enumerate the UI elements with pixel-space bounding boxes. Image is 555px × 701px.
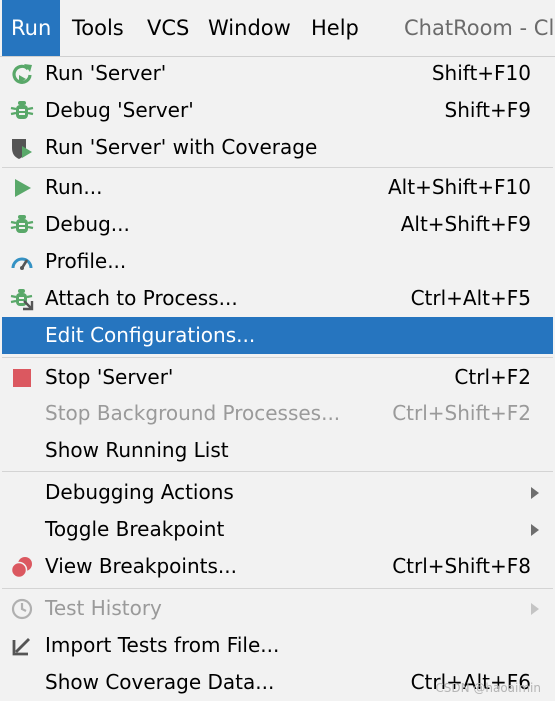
menu-item-shortcut: Alt+Shift+F10 xyxy=(387,175,531,199)
history-clock-icon xyxy=(11,598,33,620)
menu-item-label: Show Coverage Data... xyxy=(45,670,275,694)
submenu-arrow-icon xyxy=(531,603,539,615)
menu-item-label: Run 'Server' with Coverage xyxy=(45,135,318,159)
menu-item-show-running-list[interactable]: Show Running List xyxy=(2,432,553,469)
menu-item-edit-configurations[interactable]: Edit Configurations... xyxy=(2,317,553,354)
menu-item-label: Run 'Server' xyxy=(45,61,167,85)
coverage-icon xyxy=(12,139,32,159)
menu-item-label: Edit Configurations... xyxy=(45,323,256,347)
menu-item-shortcut: Shift+F10 xyxy=(431,61,531,85)
menu-item-shortcut: Ctrl+Alt+F5 xyxy=(410,286,531,310)
menu-item-label: Test History xyxy=(45,596,162,620)
menu-window[interactable]: Window xyxy=(208,0,291,56)
breakpoints-icon xyxy=(10,557,32,579)
menu-tools[interactable]: Tools xyxy=(72,0,124,56)
stop-icon xyxy=(13,369,31,387)
menu-item-run-with-coverage[interactable]: Run 'Server' with Coverage xyxy=(2,129,553,166)
menu-item-label: Debug... xyxy=(45,212,130,236)
menu-item-stop-background-processes: Stop Background Processes... Ctrl+Shift+… xyxy=(2,395,553,432)
debug-icon xyxy=(10,101,34,119)
menu-item-view-breakpoints[interactable]: View Breakpoints... Ctrl+Shift+F8 xyxy=(2,548,553,585)
menu-item-debug[interactable]: Debug... Alt+Shift+F9 xyxy=(2,206,553,243)
menu-item-label: Debugging Actions xyxy=(45,480,234,504)
menu-help[interactable]: Help xyxy=(311,0,359,56)
import-arrow-icon xyxy=(12,638,30,656)
profiler-gauge-icon xyxy=(11,257,33,270)
menu-item-run[interactable]: Run... Alt+Shift+F10 xyxy=(2,169,553,206)
watermark: CSDN @haoaimin xyxy=(435,681,541,695)
menu-item-attach-to-process[interactable]: Attach to Process... Ctrl+Alt+F5 xyxy=(2,280,553,317)
menu-separator xyxy=(2,471,553,472)
menu-item-run-server[interactable]: Run 'Server' Shift+F10 xyxy=(2,55,553,92)
debug-icon xyxy=(10,215,34,233)
menu-item-label: Run... xyxy=(45,175,103,199)
run-dropdown-menu: Run 'Server' Shift+F10 Debug 'Server' Sh… xyxy=(0,57,555,701)
menu-item-label: Toggle Breakpoint xyxy=(45,517,225,541)
menu-item-test-history: Test History xyxy=(2,590,553,627)
menu-item-debug-server[interactable]: Debug 'Server' Shift+F9 xyxy=(2,92,553,129)
menu-item-label: Debug 'Server' xyxy=(45,98,194,122)
menu-item-label: Profile... xyxy=(45,249,127,273)
menu-item-label: Attach to Process... xyxy=(45,286,238,310)
menu-item-shortcut: Alt+Shift+F9 xyxy=(400,212,531,236)
menu-item-toggle-breakpoint[interactable]: Toggle Breakpoint xyxy=(2,511,553,548)
menu-item-label: Import Tests from File... xyxy=(45,633,280,657)
menu-item-label: Stop 'Server' xyxy=(45,365,174,389)
menu-item-profile[interactable]: Profile... xyxy=(2,243,553,280)
menu-item-shortcut: Ctrl+Shift+F2 xyxy=(392,401,531,425)
menu-run[interactable]: Run xyxy=(2,0,60,56)
menu-bar: Run Tools VCS Window Help ChatRoom - Cli xyxy=(0,0,555,57)
submenu-arrow-icon xyxy=(531,487,539,499)
menu-item-label: Stop Background Processes... xyxy=(45,401,341,425)
rerun-icon xyxy=(12,64,32,84)
play-icon xyxy=(15,179,31,197)
menu-item-label: Show Running List xyxy=(45,438,229,462)
menu-item-label: View Breakpoints... xyxy=(45,554,237,578)
menu-separator xyxy=(2,357,553,358)
menu-item-shortcut: Ctrl+F2 xyxy=(454,365,531,389)
attach-debugger-icon xyxy=(10,289,34,311)
menu-item-debugging-actions[interactable]: Debugging Actions xyxy=(2,474,553,511)
menu-item-stop-server[interactable]: Stop 'Server' Ctrl+F2 xyxy=(2,359,553,396)
submenu-arrow-icon xyxy=(531,524,539,536)
window-title: ChatRoom - Cli xyxy=(404,16,555,40)
menu-item-shortcut: Ctrl+Shift+F8 xyxy=(392,554,531,578)
menu-separator xyxy=(2,167,553,168)
menu-separator xyxy=(2,588,553,589)
menu-item-shortcut: Shift+F9 xyxy=(444,98,531,122)
menu-item-import-tests[interactable]: Import Tests from File... xyxy=(2,627,553,664)
menu-vcs[interactable]: VCS xyxy=(147,0,189,56)
